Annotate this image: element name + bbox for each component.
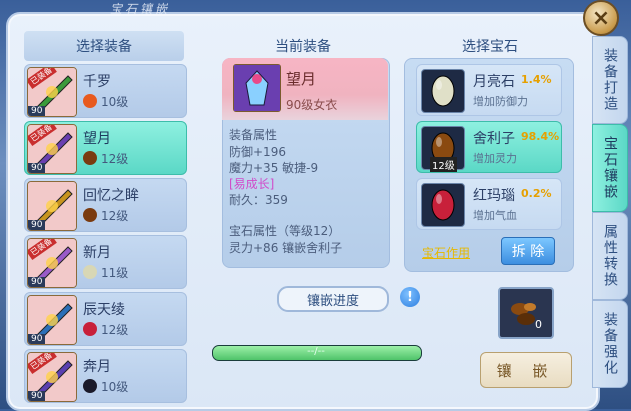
gem-option[interactable]: 12级 舍利子 98.4% 增加灵力 (416, 121, 562, 173)
gem-attr-title: 宝石属性（等级12） (229, 224, 341, 238)
equipment-item[interactable]: 90 已装备 千罗 10级 (24, 64, 187, 118)
gem-slot-icon (511, 303, 536, 325)
gem-effect: 增加灵力 (473, 152, 517, 165)
gem-icon (83, 208, 97, 222)
equipment-icon: 90 已装备 (27, 67, 77, 117)
inlay-button[interactable]: 镶 嵌 (480, 352, 572, 388)
equipment-item[interactable]: 90 已装备 奔月 10级 (24, 349, 187, 403)
close-icon: × (591, 5, 611, 31)
inlay-progress-label: 镶嵌进度 (277, 286, 389, 312)
equipment-icon: 90 已装备 (27, 238, 77, 288)
current-equipment-icon (233, 64, 281, 112)
equipment-name: 回忆之眸 (83, 188, 139, 204)
gem-level: 10级 (101, 380, 129, 394)
equipment-name: 辰天绫 (83, 302, 125, 318)
equipment-item[interactable]: 90 已装备 望月 12级 (24, 121, 187, 175)
gem-level: 10级 (101, 95, 129, 109)
tab-gem-inlay[interactable]: 宝石镶嵌 (592, 124, 628, 212)
select-gem-title: 选择宝石 (462, 39, 518, 55)
gem-effect: 增加防御力 (473, 95, 528, 108)
equipment-name: 新月 (83, 245, 111, 261)
info-icon[interactable]: ! (400, 287, 420, 307)
equipment-durability: 耐久：359 (229, 193, 288, 207)
gem-icon (83, 379, 97, 393)
equipment-icon: 90 (27, 181, 77, 231)
gem-level: 11级 (101, 266, 129, 280)
gem-icon (83, 265, 97, 279)
equipment-level-tag: 90 (28, 277, 46, 287)
select-equipment-title: 选择装备 (24, 31, 184, 61)
equipment-attr-title: 装备属性 (229, 128, 278, 142)
gem-effect: 增加气血 (473, 209, 517, 222)
tab-attribute-convert[interactable]: 属性转换 (592, 212, 628, 300)
equipment-attr-line1: 防御+196 (229, 145, 286, 159)
gem-icon (83, 322, 97, 336)
progress-text: --/-- (307, 346, 325, 357)
equipment-level-tag: 90 (28, 163, 46, 173)
gem-name: 舍利子 (473, 131, 515, 147)
equipment-level-tag: 90 (28, 106, 46, 116)
gem-level-badge: 12级 (430, 157, 457, 172)
tab-equipment-craft[interactable]: 装备打造 (592, 36, 628, 124)
gem-function-link[interactable]: 宝石作用 (422, 244, 470, 261)
gem-option[interactable]: 红玛瑙 0.2% 增加气血 (416, 178, 562, 230)
gem-rate: 98.4% (521, 130, 560, 143)
equipment-name: 千罗 (83, 74, 111, 90)
equipment-item[interactable]: 90 已装备 新月 11级 (24, 235, 187, 289)
gem-name: 月亮石 (473, 74, 515, 90)
current-equipment-type: 90级女衣 (286, 98, 338, 112)
gem-slot-count: 0 (535, 318, 542, 331)
window-title: 宝石镶嵌 (110, 2, 171, 16)
tab-equipment-enhance[interactable]: 装备强化 (592, 300, 628, 388)
gem-icon (83, 151, 97, 165)
gem-option[interactable]: 月亮石 1.4% 增加防御力 (416, 64, 562, 116)
equipment-icon: 90 已装备 (27, 352, 77, 402)
equipment-attr-line2: 魔力+35 敏捷-9 (229, 161, 319, 175)
gem-stone-icon: 12级 (421, 126, 465, 172)
equipment-item[interactable]: 90 回忆之眸 12级 (24, 178, 187, 232)
gem-stone-icon (421, 183, 465, 227)
gem-level: 12级 (101, 152, 129, 166)
remove-button[interactable]: 拆 除 (501, 237, 555, 265)
gem-rate: 1.4% (521, 73, 552, 86)
equipment-item[interactable]: 90 辰天绫 12级 (24, 292, 187, 346)
gem-name: 红玛瑙 (473, 188, 515, 204)
equipment-special: [易成长] (229, 177, 275, 191)
current-equipment-name: 望月 (286, 70, 317, 88)
equipment-name: 奔月 (83, 359, 111, 375)
gem-rate: 0.2% (521, 187, 552, 200)
equipment-level-tag: 90 (28, 391, 46, 401)
equipment-level-tag: 90 (28, 334, 46, 344)
gem-stone-icon (421, 69, 465, 113)
equipment-name: 望月 (83, 131, 111, 147)
equipment-icon: 90 (27, 295, 77, 345)
close-button[interactable]: × (583, 0, 619, 36)
gem-level: 12级 (101, 323, 129, 337)
gem-slot[interactable] (498, 287, 554, 339)
gem-level: 12级 (101, 209, 129, 223)
equipment-icon: 90 已装备 (27, 124, 77, 174)
gem-attr-line: 灵力+86 镶嵌舍利子 (229, 241, 343, 255)
gem-icon (83, 94, 97, 108)
equipment-level-tag: 90 (28, 220, 46, 230)
current-equipment-title: 当前装备 (275, 39, 331, 55)
